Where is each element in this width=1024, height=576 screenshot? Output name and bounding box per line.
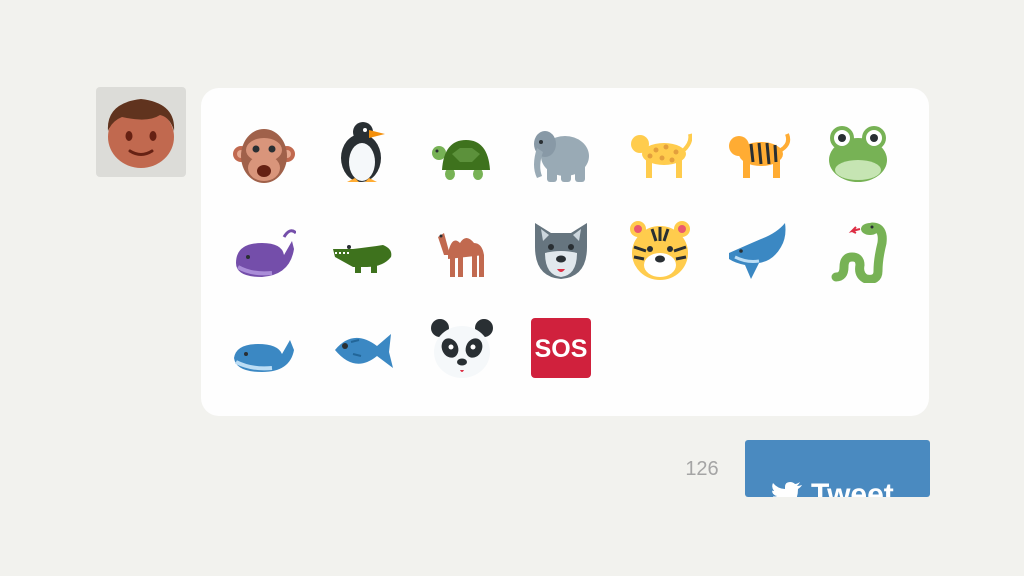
- boy-face-icon: [107, 99, 175, 168]
- twitter-bird-icon: [772, 482, 802, 497]
- whale-icon[interactable]: [232, 316, 296, 380]
- wolf-face-icon[interactable]: [529, 219, 593, 283]
- dolphin-icon[interactable]: [727, 219, 791, 283]
- panda-face-icon[interactable]: [430, 316, 494, 380]
- monkey-face-icon[interactable]: [232, 122, 296, 186]
- sos-button-icon[interactable]: SOS: [529, 316, 593, 380]
- leopard-icon[interactable]: [628, 122, 692, 186]
- elephant-icon[interactable]: [529, 122, 593, 186]
- avatar[interactable]: [96, 87, 186, 177]
- tiger-face-icon[interactable]: [628, 219, 692, 283]
- tweet-label: Tweet: [811, 478, 894, 498]
- sos-label: SOS: [535, 335, 588, 363]
- emoji-compose-box[interactable]: SOS: [201, 88, 929, 416]
- tiger-icon[interactable]: [727, 122, 791, 186]
- spouting-whale-icon[interactable]: [232, 219, 296, 283]
- tweet-button[interactable]: Tweet: [745, 440, 930, 497]
- crocodile-icon[interactable]: [331, 219, 395, 283]
- penguin-icon[interactable]: [331, 122, 395, 186]
- snake-icon[interactable]: [826, 219, 890, 283]
- fish-icon[interactable]: [331, 316, 395, 380]
- camel-icon[interactable]: [430, 219, 494, 283]
- frog-face-icon[interactable]: [826, 122, 890, 186]
- character-counter: 126: [685, 458, 719, 480]
- turtle-icon[interactable]: [430, 122, 494, 186]
